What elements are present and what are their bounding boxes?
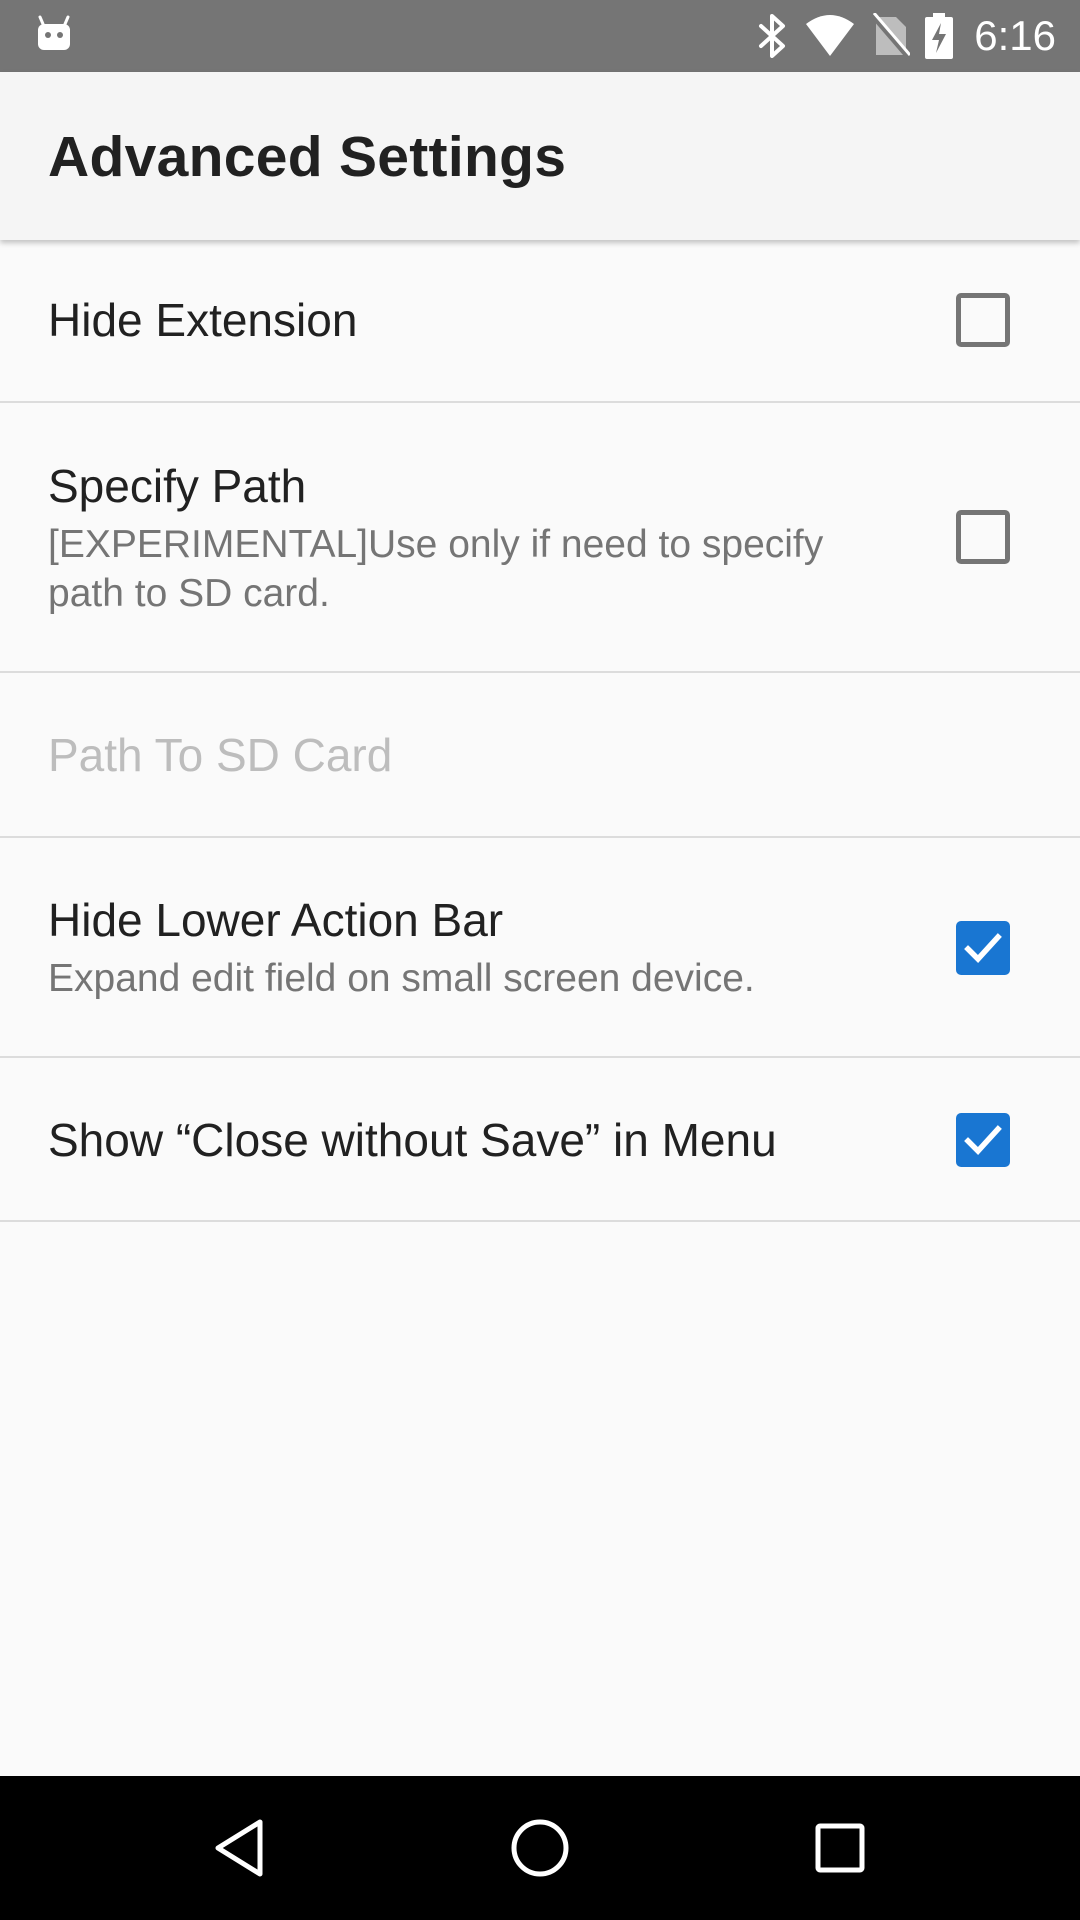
show-close-without-save-checkbox[interactable] (956, 1113, 1010, 1167)
back-icon[interactable] (204, 1812, 276, 1884)
pref-title: Hide Lower Action Bar (48, 894, 504, 946)
pref-hide-extension[interactable]: Hide Extension (0, 240, 1080, 403)
hide-extension-checkbox[interactable] (956, 293, 1010, 347)
pref-summary: Expand edit field on small screen device… (48, 957, 755, 1000)
pref-title: Show “Close without Save” in Menu (48, 1114, 777, 1166)
wifi-icon (806, 15, 855, 56)
specify-path-checkbox[interactable] (956, 510, 1010, 564)
page-title: Advanced Settings (48, 125, 567, 189)
status-icons: 6:16 (756, 0, 1056, 72)
app-bar: Advanced Settings (0, 72, 1080, 240)
status-time: 6:16 (974, 12, 1056, 59)
no-sim-icon (870, 13, 911, 59)
pref-title: Specify Path (48, 460, 307, 512)
pref-hide-lower-action-bar[interactable]: Hide Lower Action Bar Expand edit field … (0, 838, 1080, 1058)
battery-charging-icon (925, 13, 954, 59)
settings-list: Hide Extension Specify Path [EXPERIMENTA… (0, 240, 1080, 1222)
checkmark-icon (964, 1125, 1002, 1155)
pref-show-close-without-save[interactable]: Show “Close without Save” in Menu (0, 1058, 1080, 1222)
bluetooth-icon (759, 14, 786, 58)
home-icon[interactable] (504, 1812, 576, 1884)
navigation-bar (0, 1776, 1080, 1920)
pref-summary: [EXPERIMENTAL]Use only if need to specif… (48, 523, 824, 615)
pref-path-to-sd-card: Path To SD Card (0, 673, 1080, 838)
pref-title: Hide Extension (48, 294, 358, 346)
hide-lower-action-bar-checkbox[interactable] (956, 921, 1010, 975)
pref-specify-path[interactable]: Specify Path [EXPERIMENTAL]Use only if n… (0, 403, 1080, 673)
recents-icon[interactable] (804, 1812, 876, 1884)
android-debug-icon (38, 15, 70, 50)
status-bar: 6:16 (0, 0, 1080, 72)
path-to-sd-card-label: Path To SD Card (48, 729, 393, 781)
checkmark-icon (964, 933, 1002, 963)
